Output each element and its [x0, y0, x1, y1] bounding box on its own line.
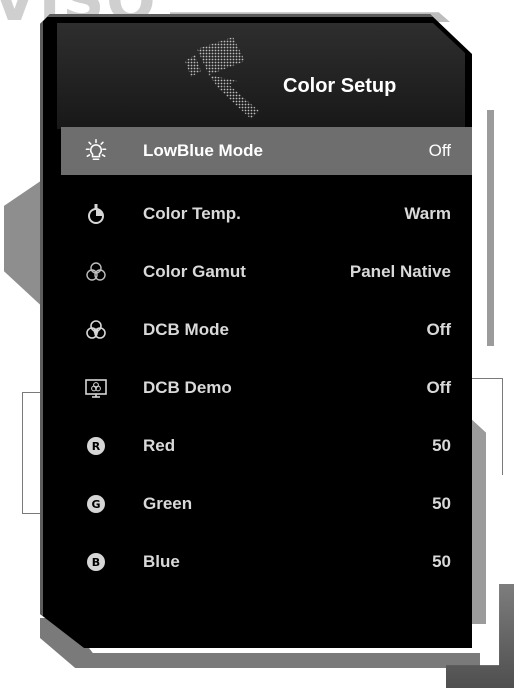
osd-header: Color Setup: [57, 23, 465, 129]
menu-item-dcb-demo[interactable]: DCB Demo Off: [61, 359, 472, 417]
menu-item-label: LowBlue Mode: [143, 141, 263, 160]
menu-item-value: Off: [426, 320, 451, 339]
channel-letter: B: [87, 553, 105, 571]
menu-item-color-gamut[interactable]: Color Gamut Panel Native: [61, 243, 472, 301]
dcb-demo-icon: [83, 375, 109, 401]
menu-item-label: Red: [143, 436, 176, 455]
menu-item-lowblue-mode[interactable]: LowBlue Mode Off: [61, 127, 472, 175]
thermometer-icon: [83, 201, 109, 227]
dcb-mode-icon: [83, 317, 109, 343]
menu-item-value: Panel Native: [349, 262, 451, 281]
menu-item-label: Color Gamut: [143, 262, 246, 281]
menu-item-value: 50: [432, 436, 451, 455]
menu-item-value: 50: [432, 494, 451, 513]
red-channel-icon: R: [83, 433, 109, 459]
page-title: Color Setup: [283, 75, 397, 97]
frame-right-bar: [487, 110, 494, 346]
menu-item-value: Off: [428, 141, 451, 160]
paint-roller-icon: [185, 37, 259, 119]
menu-item-label: Color Temp.: [143, 204, 241, 223]
bulb-icon: [83, 138, 109, 164]
menu-item-label: Green: [143, 494, 193, 513]
menu-list: LowBlue Mode Off Color Temp. Warm Color …: [61, 127, 472, 591]
menu-item-dcb-mode[interactable]: DCB Mode Off: [61, 301, 472, 359]
channel-letter: G: [87, 495, 105, 513]
menu-item-green[interactable]: G Green 50: [61, 475, 472, 533]
menu-item-blue[interactable]: B Blue 50: [61, 533, 472, 591]
menu-item-label: DCB Demo: [143, 378, 232, 397]
rgb-circles-icon: [83, 259, 109, 285]
menu-item-color-temp[interactable]: Color Temp. Warm: [61, 185, 472, 243]
menu-item-red[interactable]: R Red 50: [61, 417, 472, 475]
osd-panel: Color Setup LowBlue Mode Off Color Temp.…: [40, 14, 472, 648]
channel-letter: R: [87, 437, 105, 455]
menu-item-value: 50: [432, 552, 451, 571]
menu-item-value: Off: [426, 378, 451, 397]
menu-item-value: Warm: [404, 204, 451, 223]
menu-item-label: Blue: [143, 552, 180, 571]
blue-channel-icon: B: [83, 549, 109, 575]
green-channel-icon: G: [83, 491, 109, 517]
menu-item-label: DCB Mode: [143, 320, 229, 339]
